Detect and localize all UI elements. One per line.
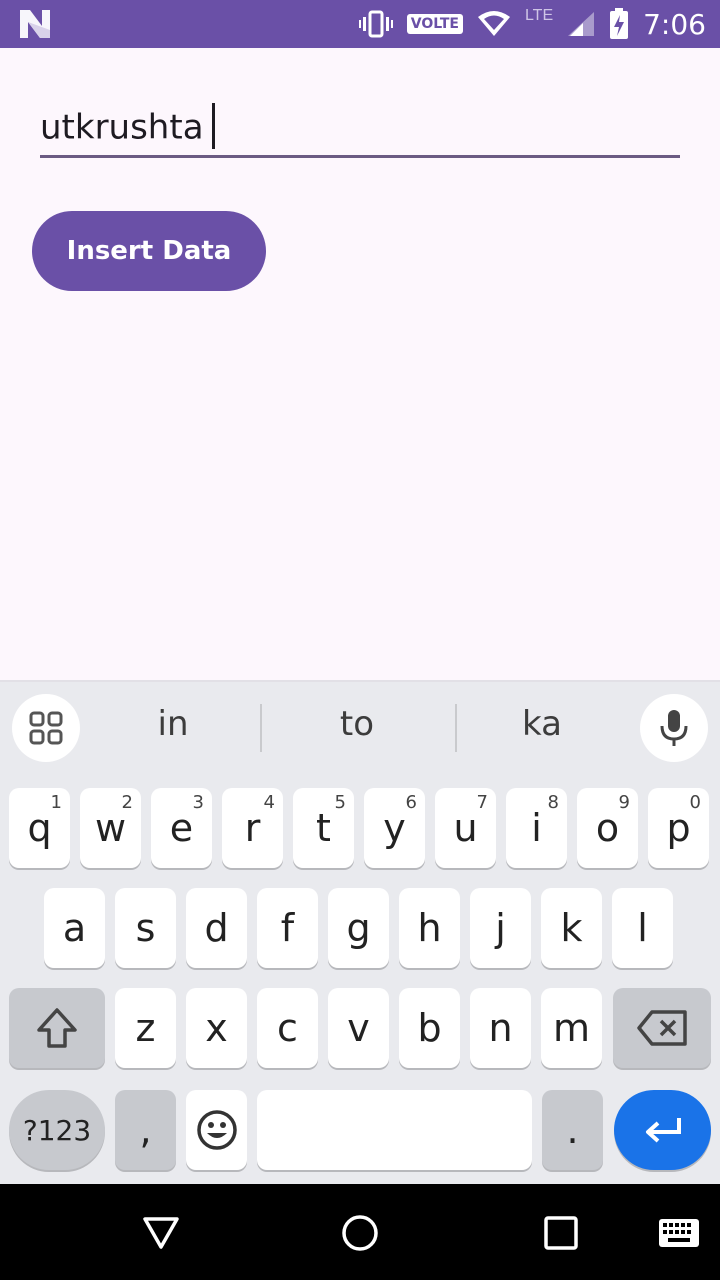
key-hint: 8 xyxy=(547,792,559,813)
name-input-value: utkrushta xyxy=(40,107,204,148)
key-hint: 5 xyxy=(334,792,346,813)
key-s[interactable]: s xyxy=(115,888,176,968)
app-content: utkrushta Insert Data xyxy=(0,48,720,680)
home-icon[interactable] xyxy=(340,1213,380,1253)
key-label: u xyxy=(453,806,478,850)
key-k[interactable]: k xyxy=(541,888,602,968)
key-p[interactable]: p0 xyxy=(648,788,709,868)
keyboard-switch-icon[interactable] xyxy=(658,1218,700,1248)
key-y[interactable]: y6 xyxy=(364,788,425,868)
text-caret xyxy=(211,103,215,149)
key-hint: 4 xyxy=(263,792,275,813)
shift-icon xyxy=(37,1008,77,1048)
key-n[interactable]: n xyxy=(470,988,531,1068)
keyboard-menu-button[interactable] xyxy=(12,694,80,762)
key-hint: 3 xyxy=(192,792,204,813)
recents-icon[interactable] xyxy=(543,1215,579,1251)
key-label: t xyxy=(316,806,331,850)
comma-key[interactable]: , xyxy=(115,1090,176,1170)
backspace-icon xyxy=(637,1010,687,1046)
name-input[interactable]: utkrushta xyxy=(40,100,680,158)
key-m[interactable]: m xyxy=(541,988,602,1068)
key-label: e xyxy=(169,806,194,850)
key-w[interactable]: w2 xyxy=(80,788,141,868)
status-icons: VOLTE LTE 7:06 xyxy=(358,0,706,48)
volte-badge: VOLTE xyxy=(406,14,463,34)
key-x[interactable]: x xyxy=(186,988,247,1068)
key-label: p xyxy=(666,806,691,850)
enter-icon xyxy=(645,1118,681,1143)
key-o[interactable]: o9 xyxy=(577,788,638,868)
key-t[interactable]: t5 xyxy=(293,788,354,868)
navigation-bar xyxy=(0,1184,720,1280)
key-hint: 6 xyxy=(405,792,417,813)
key-z[interactable]: z xyxy=(115,988,176,1068)
key-r[interactable]: r4 xyxy=(222,788,283,868)
battery-charging-icon xyxy=(610,8,629,39)
suggestion-divider xyxy=(260,704,262,752)
status-bar: VOLTE LTE 7:06 xyxy=(0,0,720,48)
signal-icon xyxy=(568,12,595,36)
key-q[interactable]: q1 xyxy=(9,788,70,868)
key-u[interactable]: u7 xyxy=(435,788,496,868)
key-a[interactable]: a xyxy=(44,888,105,968)
suggestion-bar: in to ka xyxy=(0,682,720,778)
key-label: r xyxy=(244,806,261,850)
period-key[interactable]: . xyxy=(542,1090,603,1170)
n-logo-icon xyxy=(20,10,50,38)
key-l[interactable]: l xyxy=(612,888,673,968)
key-hint: 0 xyxy=(689,792,701,813)
wifi-icon xyxy=(477,11,510,36)
key-j[interactable]: j xyxy=(470,888,531,968)
microphone-icon xyxy=(660,710,688,746)
key-v[interactable]: v xyxy=(328,988,389,1068)
key-label: q xyxy=(27,806,52,850)
key-label: y xyxy=(383,806,406,850)
shift-key[interactable] xyxy=(9,988,105,1068)
suggestion-1[interactable]: in xyxy=(88,704,258,744)
key-hint: 9 xyxy=(618,792,630,813)
key-g[interactable]: g xyxy=(328,888,389,968)
suggestion-3[interactable]: ka xyxy=(457,704,627,744)
key-label: i xyxy=(531,806,542,850)
status-clock: 7:06 xyxy=(643,7,706,41)
back-icon[interactable] xyxy=(142,1216,180,1250)
key-hint: 1 xyxy=(50,792,62,813)
key-i[interactable]: i8 xyxy=(506,788,567,868)
symbols-key[interactable]: ?123 xyxy=(9,1090,105,1170)
backspace-key[interactable] xyxy=(613,988,711,1068)
apps-grid-icon xyxy=(29,711,63,745)
network-type: LTE xyxy=(524,7,554,24)
key-label: o xyxy=(595,806,620,850)
suggestion-2[interactable]: to xyxy=(272,704,442,744)
key-b[interactable]: b xyxy=(399,988,460,1068)
emoji-key[interactable] xyxy=(186,1090,247,1170)
key-hint: 7 xyxy=(476,792,488,813)
emoji-icon xyxy=(196,1110,237,1150)
key-f[interactable]: f xyxy=(257,888,318,968)
enter-key[interactable] xyxy=(614,1090,711,1170)
space-bar[interactable] xyxy=(257,1090,532,1170)
key-e[interactable]: e3 xyxy=(151,788,212,868)
insert-data-button[interactable]: Insert Data xyxy=(32,211,266,291)
key-h[interactable]: h xyxy=(399,888,460,968)
key-d[interactable]: d xyxy=(186,888,247,968)
voice-input-button[interactable] xyxy=(640,694,708,762)
key-c[interactable]: c xyxy=(257,988,318,1068)
vibrate-icon xyxy=(358,10,393,38)
soft-keyboard: in to ka q1 w2 e3 r4 t5 y6 u7 i8 o9 p0 a… xyxy=(0,680,720,1184)
key-hint: 2 xyxy=(121,792,133,813)
